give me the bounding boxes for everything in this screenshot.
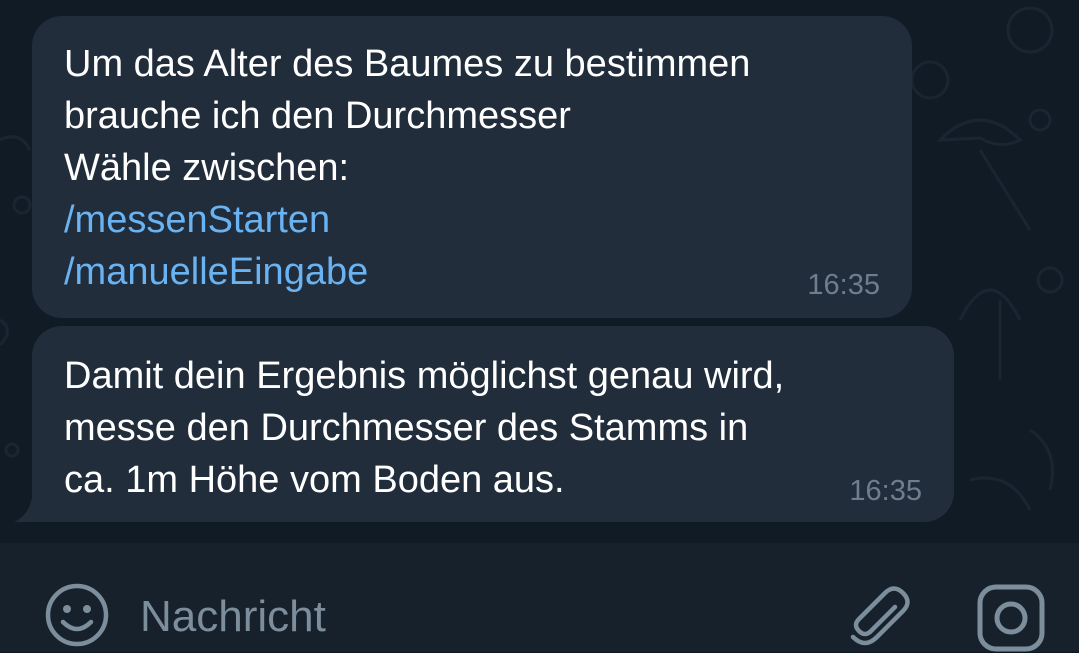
message-timestamp: 16:35 <box>849 475 922 507</box>
message-input-bar <box>0 543 1079 652</box>
message-timestamp: 16:35 <box>807 269 880 301</box>
message-text-line: Wähle zwischen: <box>64 147 350 189</box>
command-link-manuelle-eingabe[interactable]: /manuelleEingabe <box>64 246 882 298</box>
chat-area: Um das Alter des Baumes zu bestimmen bra… <box>0 0 1079 543</box>
message-text-line: Um das Alter des Baumes zu bestimmen <box>64 43 751 85</box>
command-link-messen-starten[interactable]: /messenStarten <box>64 194 882 246</box>
paperclip-icon[interactable] <box>845 585 911 651</box>
smiley-icon[interactable] <box>44 582 110 648</box>
incoming-message-bubble: Damit dein Ergebnis möglichst genau wird… <box>32 326 954 522</box>
message-text-line: ca. 1m Höhe vom Boden aus. <box>64 459 565 501</box>
instagram-camera-icon[interactable] <box>976 583 1046 653</box>
message-text-line: Damit dein Ergebnis möglichst genau wird… <box>64 355 785 397</box>
message-input[interactable] <box>140 587 780 647</box>
message-text-line: brauche ich den Durchmesser <box>64 95 571 137</box>
incoming-message-bubble: Um das Alter des Baumes zu bestimmen bra… <box>32 16 912 318</box>
message-text-line: messe den Durchmesser des Stamms in <box>64 407 749 449</box>
